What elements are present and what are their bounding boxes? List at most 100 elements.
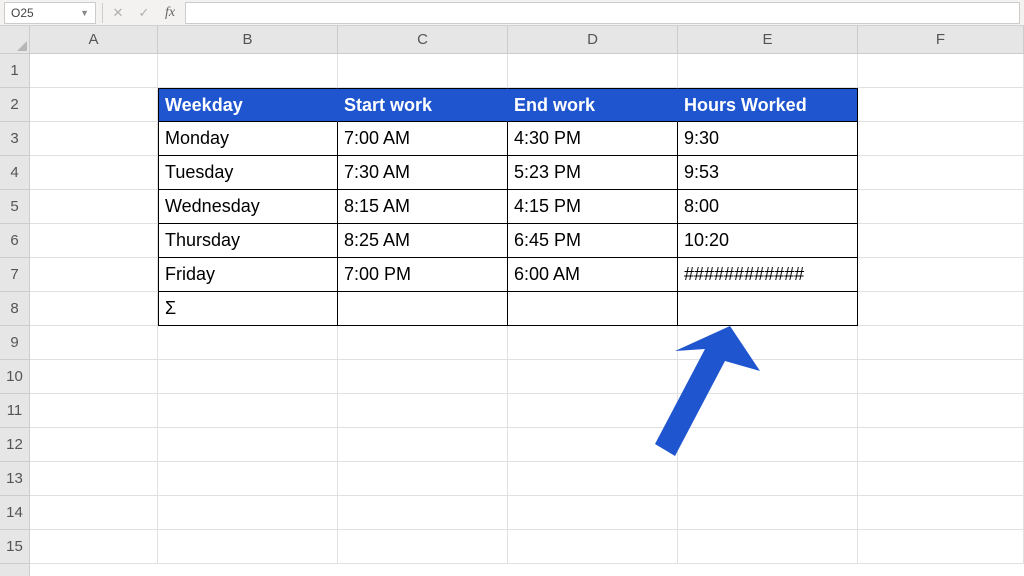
table-header-weekday[interactable]: Weekday xyxy=(158,88,338,122)
cell[interactable] xyxy=(858,88,1024,122)
cell[interactable] xyxy=(858,326,1024,360)
row-header-4[interactable]: 4 xyxy=(0,156,29,190)
cell[interactable] xyxy=(338,530,508,564)
cell[interactable] xyxy=(858,54,1024,88)
cell[interactable] xyxy=(508,428,678,462)
table-header-startwork[interactable]: Start work xyxy=(338,88,508,122)
cell[interactable] xyxy=(678,326,858,360)
cell[interactable] xyxy=(858,428,1024,462)
table-row[interactable]: 8:25 AM xyxy=(338,224,508,258)
table-row[interactable]: 7:00 AM xyxy=(338,122,508,156)
cell[interactable] xyxy=(678,496,858,530)
table-row[interactable]: Friday xyxy=(158,258,338,292)
row-header-15[interactable]: 15 xyxy=(0,530,29,564)
table-row[interactable]: 8:00 xyxy=(678,190,858,224)
cell[interactable] xyxy=(678,54,858,88)
table-row[interactable]: Monday xyxy=(158,122,338,156)
table-row[interactable]: 9:30 xyxy=(678,122,858,156)
cell[interactable] xyxy=(338,428,508,462)
cell[interactable] xyxy=(30,326,158,360)
table-row[interactable] xyxy=(508,292,678,326)
cell[interactable] xyxy=(508,496,678,530)
row-header-6[interactable]: 6 xyxy=(0,224,29,258)
cell[interactable] xyxy=(858,530,1024,564)
table-row[interactable]: Thursday xyxy=(158,224,338,258)
table-row[interactable]: Wednesday xyxy=(158,190,338,224)
table-row[interactable]: 6:45 PM xyxy=(508,224,678,258)
table-row[interactable]: Tuesday xyxy=(158,156,338,190)
row-header-3[interactable]: 3 xyxy=(0,122,29,156)
table-row[interactable] xyxy=(338,292,508,326)
row-header-7[interactable]: 7 xyxy=(0,258,29,292)
overflow-error-cell[interactable]: ############ xyxy=(678,258,858,292)
cell[interactable] xyxy=(858,258,1024,292)
table-row[interactable]: 10:20 xyxy=(678,224,858,258)
cell[interactable] xyxy=(858,462,1024,496)
col-header-e[interactable]: E xyxy=(678,26,858,53)
cell[interactable] xyxy=(158,394,338,428)
table-row[interactable]: 4:15 PM xyxy=(508,190,678,224)
cell[interactable] xyxy=(30,224,158,258)
cell[interactable] xyxy=(678,428,858,462)
cell[interactable] xyxy=(508,530,678,564)
row-header-12[interactable]: 12 xyxy=(0,428,29,462)
table-row[interactable]: 4:30 PM xyxy=(508,122,678,156)
cell[interactable] xyxy=(858,224,1024,258)
table-row[interactable]: 6:00 AM xyxy=(508,258,678,292)
cell[interactable] xyxy=(508,54,678,88)
cell[interactable] xyxy=(858,156,1024,190)
row-header-2[interactable]: 2 xyxy=(0,88,29,122)
cell[interactable] xyxy=(508,360,678,394)
cell[interactable] xyxy=(338,394,508,428)
cell[interactable] xyxy=(30,394,158,428)
select-all-corner[interactable] xyxy=(0,26,30,54)
cell[interactable] xyxy=(158,360,338,394)
cell[interactable] xyxy=(678,530,858,564)
cell[interactable] xyxy=(858,496,1024,530)
cell[interactable] xyxy=(158,530,338,564)
cell[interactable] xyxy=(30,530,158,564)
cell[interactable] xyxy=(30,462,158,496)
cell[interactable] xyxy=(30,156,158,190)
cell[interactable] xyxy=(678,360,858,394)
cell[interactable] xyxy=(30,428,158,462)
cell[interactable] xyxy=(30,122,158,156)
name-box-dropdown-icon[interactable]: ▼ xyxy=(80,8,89,18)
cell[interactable] xyxy=(338,326,508,360)
cell[interactable] xyxy=(30,54,158,88)
table-header-hoursworked[interactable]: Hours Worked xyxy=(678,88,858,122)
row-header-13[interactable]: 13 xyxy=(0,462,29,496)
row-header-14[interactable]: 14 xyxy=(0,496,29,530)
row-header-10[interactable]: 10 xyxy=(0,360,29,394)
cell[interactable] xyxy=(30,258,158,292)
table-row[interactable]: 8:15 AM xyxy=(338,190,508,224)
cell[interactable] xyxy=(338,54,508,88)
cell[interactable] xyxy=(678,394,858,428)
cell[interactable] xyxy=(30,190,158,224)
col-header-b[interactable]: B xyxy=(158,26,338,53)
row-header-5[interactable]: 5 xyxy=(0,190,29,224)
cell[interactable] xyxy=(338,496,508,530)
row-header-1[interactable]: 1 xyxy=(0,54,29,88)
col-header-c[interactable]: C xyxy=(338,26,508,53)
table-row[interactable]: 7:00 PM xyxy=(338,258,508,292)
cell-grid[interactable]: Weekday Start work End work Hours Worked… xyxy=(30,54,1024,576)
cell[interactable] xyxy=(158,54,338,88)
cell[interactable] xyxy=(158,462,338,496)
cell[interactable] xyxy=(338,360,508,394)
cell[interactable] xyxy=(508,462,678,496)
row-header-11[interactable]: 11 xyxy=(0,394,29,428)
cell[interactable] xyxy=(508,394,678,428)
cell[interactable] xyxy=(858,394,1024,428)
row-header-9[interactable]: 9 xyxy=(0,326,29,360)
formula-input[interactable] xyxy=(185,2,1020,24)
cell[interactable] xyxy=(158,496,338,530)
col-header-a[interactable]: A xyxy=(30,26,158,53)
cell[interactable] xyxy=(30,496,158,530)
cell[interactable] xyxy=(508,326,678,360)
fx-icon[interactable]: fx xyxy=(159,2,181,24)
cell[interactable] xyxy=(30,292,158,326)
cell[interactable] xyxy=(858,190,1024,224)
col-header-f[interactable]: F xyxy=(858,26,1024,53)
cell[interactable] xyxy=(858,122,1024,156)
